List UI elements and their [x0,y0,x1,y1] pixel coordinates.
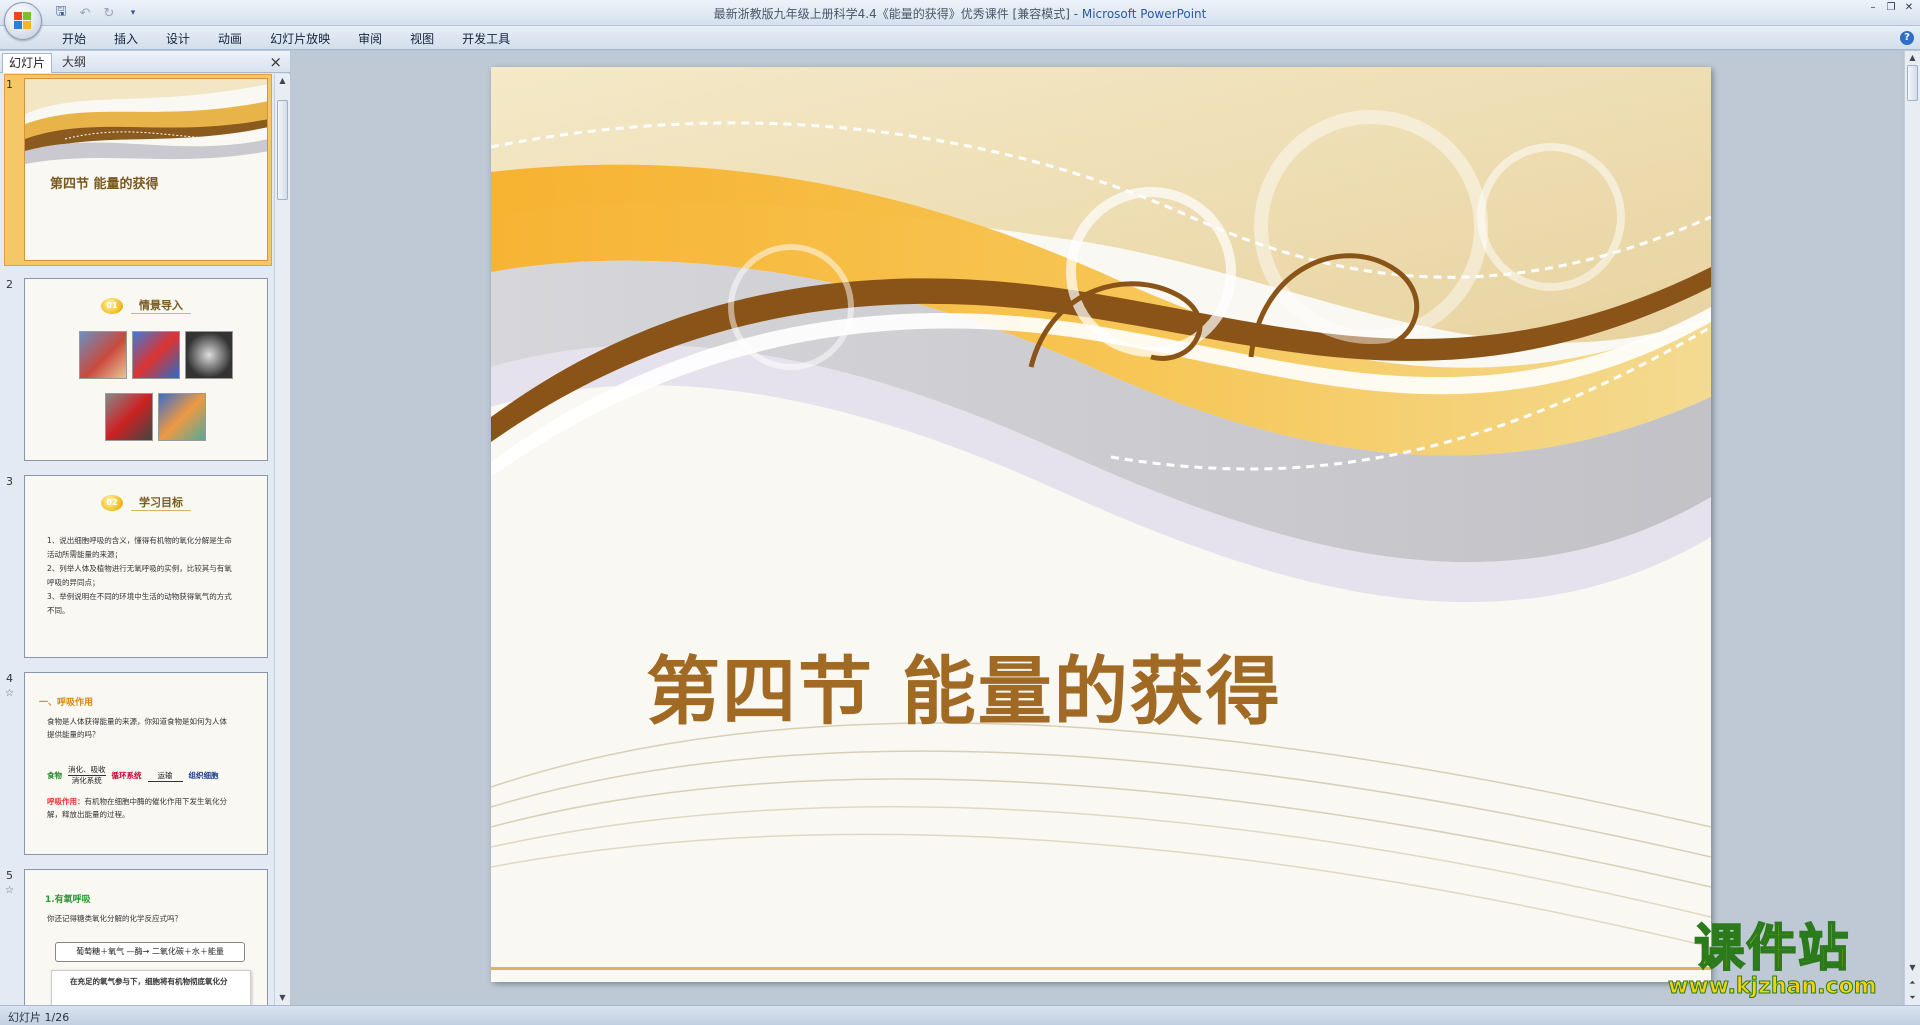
badge-number: 01 [101,297,123,314]
slide-preview: 02 学习目标 1、说出细胞呼吸的含义，懂得有机物的氧化分解是生命 活动所需能量的… [24,475,268,658]
scroll-down-icon[interactable]: ▼ [1905,961,1920,975]
office-logo-icon [14,12,32,30]
athlete-photo [79,331,127,379]
slide-counter: 幻灯片 1/26 [8,1011,70,1024]
flow-arrow: 消化、吸收 消化系统 [68,765,106,786]
definition-text: 呼吸作用：有机物在细胞中酶的催化作用下发生氧化分 解，释放出能量的过程。 [47,795,247,821]
section-title: 情景导入 [131,297,191,314]
section-title: 学习目标 [131,494,191,511]
pane-tabs: 幻灯片 大纲 × [0,51,290,73]
slide-number: 3 [6,475,13,488]
text-line: 3、举例说明在不同的环境中生活的动物获得氧气的方式 [47,592,232,601]
previous-slide-icon[interactable]: ⏶ [1905,976,1920,990]
slide-preview: 1.有氧呼吸 你还记得糖类氧化分解的化学反应式吗？ 葡萄糖＋氧气 —酶→ 二氧化… [24,869,268,1005]
slide-preview: 一、呼吸作用 食物是人体获得能量的来源，你知道食物是如何为人体 提供能量的吗？ … [24,672,268,855]
digestion-flow: 食物 消化、吸收 消化系统 循环系统 运输 组织细胞 [47,765,219,786]
text-line: 有机物在细胞中酶的催化作用下发生氧化分 [84,797,228,806]
help-icon[interactable]: ? [1900,31,1914,45]
ribbon: 开始 插入 设计 动画 幻灯片放映 审阅 视图 开发工具 ? [0,26,1920,50]
slide-number: 5 [6,869,13,882]
slide-thumbnails: 1 第四节 能量的获得 2 01 情景导入 3 02 学习目标 1、说出细胞呼吸… [0,74,274,1005]
tab-review[interactable]: 审阅 [344,30,396,48]
window-title: 最新浙教版九年级上册科学4.4《能量的获得》优秀课件 [兼容模式] - Micr… [0,5,1920,22]
note-box: 在充足的氧气参与下，细胞将有机物彻底氧化分 [51,970,251,1005]
section-badge: 02 学习目标 [25,494,267,511]
flow-item: 运输 [147,770,183,782]
watermark-url: www.kjzhan.com [1668,974,1878,1000]
text-line: 1、说出细胞呼吸的含义，懂得有机物的氧化分解是生命 [47,536,232,545]
tab-insert[interactable]: 插入 [100,30,152,48]
scroll-thumb[interactable] [1907,65,1918,101]
window-controls: – ❐ ✕ [1866,2,1916,14]
flow-item: 组织细胞 [188,771,219,780]
animation-star-icon: ☆ [5,688,14,699]
text-line: 2、列举人体及植物进行无氧呼吸的实例，比较其与有氧 [47,564,232,573]
slide-title: 第四节 能量的获得 [50,177,159,192]
text-line: 提供能量的吗？ [47,730,100,739]
tab-home[interactable]: 开始 [48,30,100,48]
scroll-up-icon[interactable]: ▲ [275,74,290,88]
tab-design[interactable]: 设计 [152,30,204,48]
question-text: 你还记得糖类氧化分解的化学反应式吗？ [47,914,182,923]
scroll-up-icon[interactable]: ▲ [1905,51,1920,65]
next-slide-icon[interactable]: ⏷ [1905,991,1920,1005]
slide-background-art [491,67,1711,970]
restore-icon[interactable]: ❐ [1884,2,1898,14]
flow-item: 消化系统 [68,775,106,786]
slide-heading: 一、呼吸作用 [39,698,94,708]
gymnast-photo [185,331,233,379]
scroll-down-icon[interactable]: ▼ [275,991,290,1005]
close-icon[interactable]: ✕ [1902,2,1916,14]
note-text: 在充足的氧气参与下，细胞将有机物彻底氧化分 [70,977,228,986]
tab-outline[interactable]: 大纲 [56,53,92,73]
wave-decoration [25,79,267,164]
tab-view[interactable]: 视图 [396,30,448,48]
close-icon[interactable]: × [269,53,282,71]
current-slide[interactable]: 第四节 能量的获得 [491,67,1711,982]
weightlifter-photo [132,331,180,379]
hurdles-photo [158,393,206,441]
text-line: 呼吸的异同点； [47,578,100,587]
question-text: 食物是人体获得能量的来源，你知道食物是如何为人体 提供能量的吗？ [47,715,247,741]
flow-item: 食物 [47,771,62,780]
badge-number: 02 [101,494,123,511]
text-line: 活动所需能量的来源； [47,550,122,559]
slide-preview: 第四节 能量的获得 [24,78,268,261]
tab-developer[interactable]: 开发工具 [448,30,524,48]
pingpong-photo [105,393,153,441]
title-bar: 🖫 ↶ ↻ ▾ 最新浙教版九年级上册科学4.4《能量的获得》优秀课件 [兼容模式… [0,0,1920,26]
editor-scrollbar[interactable]: ▲ ▼ ⏶ ⏷ [1904,51,1920,1005]
slides-pane: 幻灯片 大纲 × 1 第四节 能量的获得 2 01 情景导入 3 02 学习目标… [0,51,290,1005]
equation-box: 葡萄糖＋氧气 —酶→ 二氧化碳＋水＋能量 [55,942,245,962]
animation-star-icon: ☆ [5,885,14,896]
watermark-text: 课件站 [1693,919,1851,977]
slide-number: 2 [6,278,13,291]
site-watermark: 课件站 www.kjzhan.com [1668,919,1878,1000]
flow-item: 循环系统 [111,771,142,780]
objectives-text: 1、说出细胞呼吸的含义，懂得有机物的氧化分解是生命 活动所需能量的来源； 2、列… [47,534,247,618]
office-button[interactable] [4,2,42,40]
minimize-icon[interactable]: – [1866,2,1880,14]
text-line: 解，释放出能量的过程。 [47,810,130,819]
tab-slides[interactable]: 幻灯片 [2,53,53,73]
definition-label: 呼吸作用： [47,797,85,806]
document-title: 最新浙教版九年级上册科学4.4《能量的获得》优秀课件 [兼容模式] - [713,7,1082,21]
slide-number: 1 [6,78,13,91]
thumbnail-scrollbar[interactable]: ▲ ▼ [274,74,290,1005]
status-bar: 幻灯片 1/26 [0,1005,1920,1025]
section-badge: 01 情景导入 [25,297,267,314]
text-line: 不同。 [47,606,70,615]
tab-slideshow[interactable]: 幻灯片放映 [256,30,344,48]
slide-title[interactable]: 第四节 能量的获得 [646,632,1282,739]
text-line: 食物是人体获得能量的来源，你知道食物是如何为人体 [47,717,227,726]
scroll-thumb[interactable] [277,100,288,200]
slide-number: 4 [6,672,13,685]
flow-item: 消化、吸收 [68,765,106,774]
ribbon-tabs: 开始 插入 设计 动画 幻灯片放映 审阅 视图 开发工具 [48,30,524,48]
slide-heading: 1.有氧呼吸 [45,895,91,905]
app-name: Microsoft PowerPoint [1081,7,1207,21]
tab-animations[interactable]: 动画 [204,30,256,48]
slide-preview: 01 情景导入 [24,278,268,461]
